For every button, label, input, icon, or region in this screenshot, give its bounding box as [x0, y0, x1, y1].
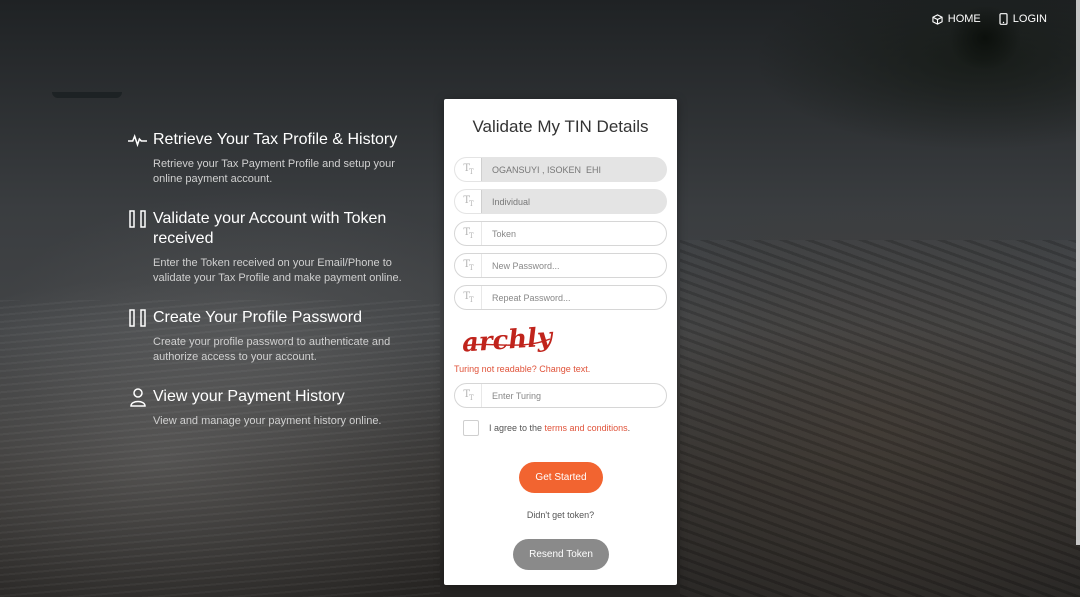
text-field-icon: TT	[455, 384, 482, 407]
name-field[interactable]: TT	[454, 157, 667, 182]
home-link-label: HOME	[947, 13, 981, 25]
captcha-image: archly	[460, 321, 560, 364]
token-field[interactable]: TT	[454, 221, 667, 246]
get-started-button[interactable]: Get Started	[519, 462, 603, 493]
captcha-text: archly	[461, 322, 555, 358]
token-bars-icon	[128, 209, 147, 229]
feature-title: Validate your Account with Token receive…	[153, 210, 387, 247]
token-bars-icon	[128, 308, 147, 328]
text-field-icon: TT	[455, 158, 482, 181]
background-shore	[680, 240, 1080, 597]
cube-icon	[932, 13, 943, 25]
resend-token-button[interactable]: Resend Token	[513, 539, 609, 570]
text-field-icon: TT	[455, 254, 482, 277]
feature-title: View your Payment History	[153, 388, 345, 405]
no-token-text: Didn't get token?	[526, 510, 595, 520]
new-password-field[interactable]: TT	[454, 253, 667, 278]
terms-checkbox[interactable]	[463, 420, 479, 436]
login-link[interactable]: LOGIN	[999, 13, 1047, 25]
pulse-icon	[128, 130, 147, 150]
feature-validate-account: Validate your Account with Token receive…	[128, 209, 428, 286]
feature-description: Create your profile password to authenti…	[153, 336, 391, 363]
feature-description: View and manage your payment history onl…	[153, 415, 382, 427]
features-list: Retrieve Your Tax Profile & History Retr…	[128, 130, 428, 451]
terms-suffix: .	[627, 423, 631, 433]
repeat-password-input[interactable]	[482, 291, 664, 304]
background-boat	[52, 92, 122, 98]
turing-input[interactable]	[482, 389, 664, 402]
change-captcha-link[interactable]: Turing not readable? Change text.	[454, 364, 590, 374]
text-field-icon: TT	[455, 286, 482, 309]
login-link-label: LOGIN	[1012, 13, 1047, 25]
validate-tin-card: Validate My TIN Details TT TT TT TT TT a…	[444, 99, 677, 585]
text-field-icon: TT	[455, 222, 482, 245]
card-title: Validate My TIN Details	[472, 117, 649, 136]
feature-create-password: Create Your Profile Password Create your…	[128, 308, 428, 365]
scrollbar[interactable]	[1076, 0, 1080, 545]
token-input[interactable]	[482, 227, 664, 240]
feature-retrieve-profile: Retrieve Your Tax Profile & History Retr…	[128, 130, 428, 187]
feature-title: Retrieve Your Tax Profile & History	[153, 131, 398, 148]
user-icon	[128, 387, 147, 407]
repeat-password-field[interactable]: TT	[454, 285, 667, 310]
taxpayer-type-input[interactable]	[482, 195, 664, 208]
taxpayer-type-field[interactable]: TT	[454, 189, 667, 214]
terms-link[interactable]: terms and conditions	[545, 423, 628, 433]
terms-prefix: I agree to the	[489, 423, 545, 433]
feature-payment-history: View your Payment History View and manag…	[128, 387, 428, 429]
feature-description: Retrieve your Tax Payment Profile and se…	[153, 158, 395, 185]
background-tree	[940, 0, 1030, 80]
feature-description: Enter the Token received on your Email/P…	[153, 257, 402, 284]
text-field-icon: TT	[455, 190, 482, 213]
new-password-input[interactable]	[482, 259, 664, 272]
name-input[interactable]	[482, 163, 664, 176]
home-link[interactable]: HOME	[932, 13, 981, 25]
feature-title: Create Your Profile Password	[153, 309, 362, 326]
terms-label: I agree to the terms and conditions.	[489, 423, 630, 433]
turing-field[interactable]: TT	[454, 383, 667, 408]
top-nav: HOME LOGIN	[932, 13, 1047, 25]
mobile-phone-icon	[999, 13, 1008, 25]
terms-agreement: I agree to the terms and conditions.	[463, 420, 630, 436]
